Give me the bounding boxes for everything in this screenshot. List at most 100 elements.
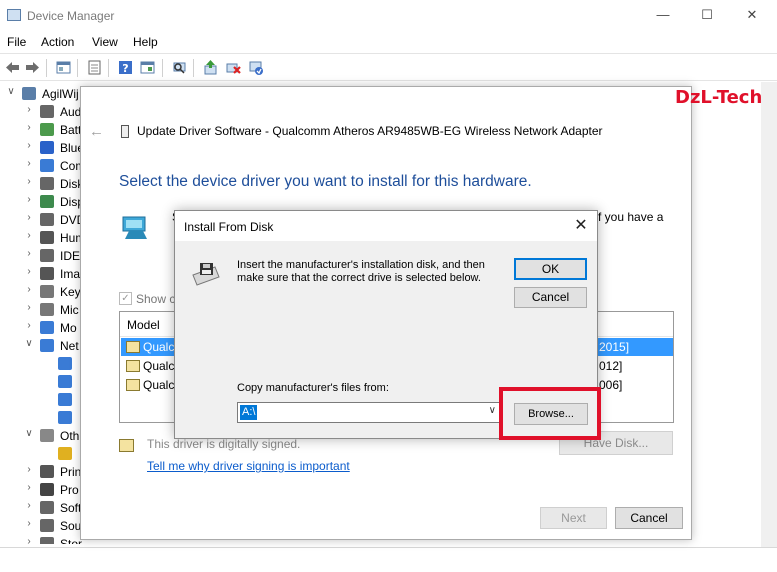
tree-item-label: Prin xyxy=(60,465,82,479)
tree-expander-icon[interactable]: › xyxy=(24,230,34,241)
dialog-cancel-button[interactable]: Cancel xyxy=(514,287,587,308)
model-date: 012] xyxy=(599,359,623,373)
tree-expander-icon[interactable]: › xyxy=(24,140,34,151)
monitor-icon xyxy=(40,321,54,334)
dialog-close-button[interactable]: ✕ xyxy=(569,215,593,237)
tree-expander-icon[interactable]: › xyxy=(24,158,34,169)
driver-certificate-icon xyxy=(126,341,140,353)
properties-window-icon[interactable] xyxy=(55,59,72,76)
tree-item[interactable]: › Pro xyxy=(0,481,82,499)
network-adapter-icon xyxy=(58,411,72,424)
close-button[interactable]: ✕ xyxy=(737,5,767,25)
tree-item[interactable]: ∨ Oth xyxy=(0,427,82,445)
tree-expander-icon[interactable]: › xyxy=(24,482,34,493)
tree-item[interactable]: › Soft xyxy=(0,499,82,517)
tree-item[interactable] xyxy=(0,355,82,373)
tree-expander-icon[interactable]: › xyxy=(24,122,34,133)
tree-item[interactable]: › Prin xyxy=(0,463,82,481)
tree-expander-icon[interactable]: › xyxy=(24,176,34,187)
tree-expander-icon[interactable]: ∨ xyxy=(24,338,34,349)
highlight-box xyxy=(499,387,601,440)
menu-file[interactable]: File xyxy=(7,35,26,49)
tree-item[interactable]: › Storage controllers xyxy=(0,535,82,544)
network-adapter-icon xyxy=(58,375,72,388)
tree-item[interactable]: › Hum xyxy=(0,229,82,247)
warning-device-icon xyxy=(58,447,72,460)
maximize-button[interactable]: ☐ xyxy=(692,5,722,25)
tree-item[interactable]: › Mo xyxy=(0,319,82,337)
tree-item[interactable]: › DVD xyxy=(0,211,82,229)
network-adapter-icon xyxy=(40,339,54,352)
tree-item[interactable]: ∨ Net xyxy=(0,337,82,355)
tree-item[interactable]: › Mic xyxy=(0,301,82,319)
properties-icon[interactable] xyxy=(86,59,103,76)
copy-from-combobox[interactable]: A:\ ∨ xyxy=(237,402,500,423)
tree-item[interactable]: › Disp xyxy=(0,193,82,211)
tree-expander-icon[interactable]: › xyxy=(24,194,34,205)
ok-button[interactable]: OK xyxy=(514,258,587,280)
tree-item[interactable]: › Aud xyxy=(0,103,82,121)
view-icon[interactable] xyxy=(139,59,156,76)
update-driver-icon[interactable] xyxy=(202,59,219,76)
tree-item-label: Batt xyxy=(60,123,82,137)
driver-signing-link[interactable]: Tell me why driver signing is important xyxy=(147,459,350,473)
tree-item[interactable]: › Sou xyxy=(0,517,82,535)
uninstall-device-icon[interactable] xyxy=(225,59,242,76)
driver-certificate-icon xyxy=(126,360,140,372)
tree-item-label: Com xyxy=(60,159,82,173)
tree-item[interactable]: › Com xyxy=(0,157,82,175)
minimize-button[interactable]: — xyxy=(648,5,678,25)
tree-item[interactable] xyxy=(0,373,82,391)
tree-expander-icon[interactable]: › xyxy=(24,266,34,277)
show-compatible-checkbox[interactable]: ✓ xyxy=(119,292,132,305)
next-button[interactable]: Next xyxy=(540,507,607,529)
tree-expander-icon[interactable]: › xyxy=(24,104,34,115)
tree-expander-icon[interactable]: › xyxy=(24,464,34,475)
menu-action[interactable]: Action xyxy=(41,35,74,49)
tree-expander-icon[interactable]: › xyxy=(24,284,34,295)
model-date: 2015] xyxy=(599,340,630,354)
tree-item[interactable] xyxy=(0,445,82,463)
tree-item[interactable]: › Key xyxy=(0,283,82,301)
tree-item-label: Aud xyxy=(60,105,82,119)
tree-item[interactable]: › Ima xyxy=(0,265,82,283)
wizard-cancel-button[interactable]: Cancel xyxy=(615,507,683,529)
enable-device-icon[interactable] xyxy=(248,59,265,76)
signed-driver-text: This driver is digitally signed. xyxy=(147,437,301,451)
menu-view[interactable]: View xyxy=(92,35,118,49)
tree-expander-icon[interactable]: › xyxy=(24,248,34,259)
tree-item[interactable] xyxy=(0,409,82,427)
wizard-back-button[interactable]: ← xyxy=(89,123,104,140)
vertical-scrollbar[interactable] xyxy=(761,82,777,547)
tree-item-label: Ima xyxy=(60,267,81,281)
sound-icon xyxy=(40,519,54,532)
menu-help[interactable]: Help xyxy=(133,35,158,49)
tree-expander-icon[interactable]: › xyxy=(24,320,34,331)
forward-arrow-icon[interactable] xyxy=(24,59,41,76)
tree-item[interactable]: › IDE xyxy=(0,247,82,265)
help-icon[interactable]: ? xyxy=(117,59,134,76)
tree-expander-icon[interactable]: › xyxy=(24,536,34,544)
chevron-down-icon[interactable]: ∨ xyxy=(489,405,496,416)
tree-expander-icon[interactable]: › xyxy=(24,500,34,511)
tree-item-label: AgilWij xyxy=(42,87,79,101)
tree-expander-icon[interactable]: › xyxy=(24,518,34,529)
tree-item[interactable] xyxy=(0,391,82,409)
tree-expander-icon[interactable]: › xyxy=(24,212,34,223)
tree-item[interactable]: ∨ AgilWij xyxy=(0,85,82,103)
tree-expander-icon[interactable]: ∨ xyxy=(6,86,16,97)
tree-item-label: Key xyxy=(60,285,81,299)
hid-icon xyxy=(40,231,54,244)
back-arrow-icon[interactable] xyxy=(4,59,21,76)
scan-hardware-icon[interactable] xyxy=(171,59,188,76)
tree-item[interactable]: › Disk xyxy=(0,175,82,193)
tree-expander-icon[interactable]: ∨ xyxy=(24,428,34,439)
dialog-titlebar: Install From Disk ✕ xyxy=(175,211,597,241)
tree-expander-icon[interactable]: › xyxy=(24,302,34,313)
tree-item[interactable]: › Blue xyxy=(0,139,82,157)
model-name: Qualc xyxy=(143,340,175,354)
tree-item[interactable]: › Batt xyxy=(0,121,82,139)
copy-from-value[interactable]: A:\ xyxy=(240,405,258,420)
model-date: 006] xyxy=(599,378,623,392)
menu-bar: File Action View Help xyxy=(0,31,777,53)
